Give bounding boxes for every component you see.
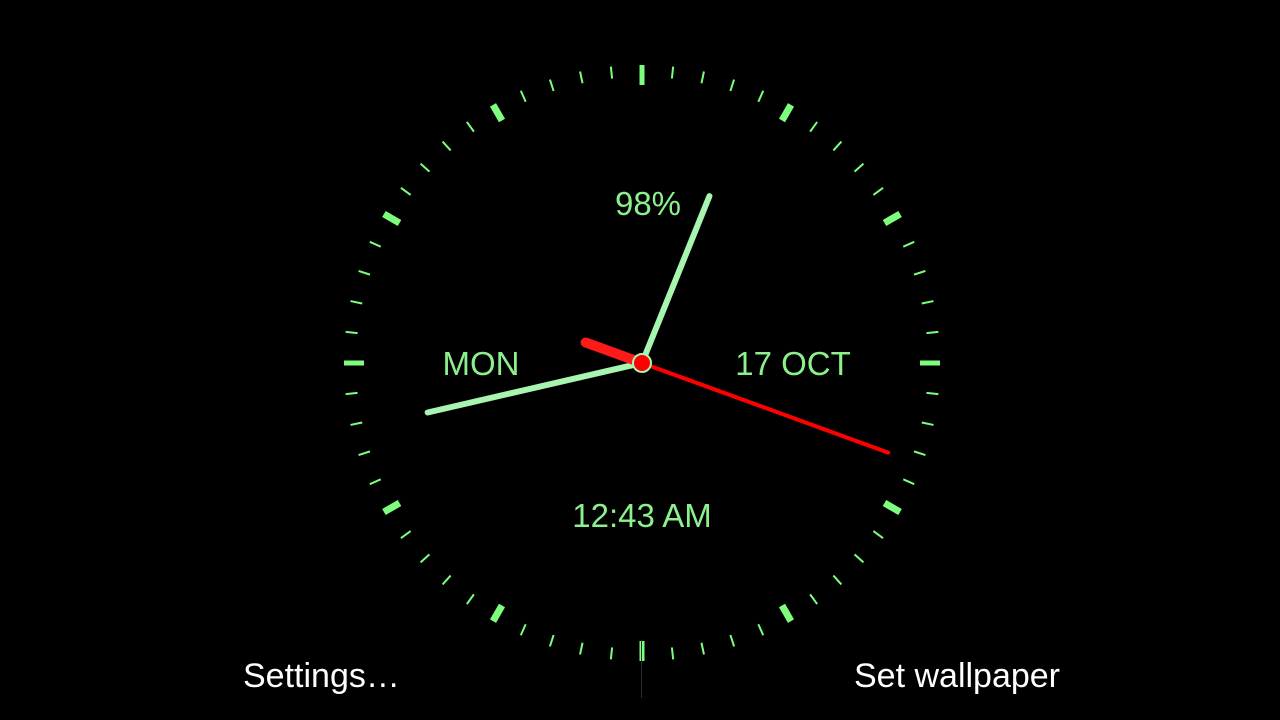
action-divider <box>641 640 642 698</box>
minute-tick-mark <box>872 187 884 196</box>
minute-tick-mark <box>853 553 865 564</box>
analog-clock-face <box>344 65 940 661</box>
live-wallpaper-preview: 98% MON 17 OCT 12:43 AM Settings… Set wa… <box>0 0 1280 720</box>
minute-tick-mark <box>926 330 939 335</box>
clock-hands <box>424 193 891 455</box>
minute-tick-mark <box>466 121 475 133</box>
minute-tick-mark <box>853 162 865 173</box>
minute-tick-mark <box>400 530 412 539</box>
hour-tick-mark <box>489 103 506 123</box>
clock-center-pin <box>632 353 652 373</box>
set-wallpaper-button[interactable]: Set wallpaper <box>854 654 1060 698</box>
hour-tick-mark <box>778 603 795 623</box>
minute-tick-mark <box>579 71 584 84</box>
minute-tick-mark <box>729 79 736 92</box>
hour-tick-mark <box>382 499 402 516</box>
preview-action-bar: Settings… Set wallpaper <box>0 640 1280 720</box>
minute-tick-mark <box>419 553 431 564</box>
minute-tick-mark <box>809 121 818 133</box>
minute-tick-mark <box>369 478 382 486</box>
minute-tick-mark <box>358 450 371 457</box>
date-label: 17 OCT <box>735 345 851 382</box>
minute-tick-mark <box>832 140 843 152</box>
minute-tick-mark <box>441 140 452 152</box>
minute-tick-mark <box>466 593 475 605</box>
minute-tick-mark <box>757 623 765 636</box>
minute-tick-mark <box>670 66 675 79</box>
minute-tick-mark <box>519 90 527 103</box>
minute-tick-mark <box>345 391 358 396</box>
battery-percentage: 98% <box>614 185 682 222</box>
hour-tick-mark <box>882 499 902 516</box>
minute-tick-mark <box>548 79 555 92</box>
minute-tick-mark <box>350 421 363 426</box>
minute-tick-mark <box>757 90 765 103</box>
minute-tick-mark <box>345 330 358 335</box>
minute-tick-mark <box>832 574 843 586</box>
minute-tick-mark <box>902 478 915 486</box>
hour-tick-mark <box>882 210 902 227</box>
minute-tick-mark <box>913 269 926 276</box>
minute-tick-mark <box>519 623 527 636</box>
minute-tick-mark <box>921 421 934 426</box>
minute-tick-mark <box>913 450 926 457</box>
hour-tick-mark <box>489 603 506 623</box>
minute-tick-mark <box>350 300 363 305</box>
hour-tick-mark <box>382 210 402 227</box>
weekday-label: MON <box>442 345 520 382</box>
minute-tick-mark <box>902 240 915 248</box>
minute-tick-mark <box>809 593 818 605</box>
minute-tick-mark <box>358 269 371 276</box>
hour-tick-mark <box>778 103 795 123</box>
minute-tick-mark <box>926 391 939 396</box>
digital-time-label: 12:43 AM <box>572 497 712 534</box>
minute-tick-mark <box>419 162 431 173</box>
minute-tick-mark <box>921 300 934 305</box>
settings-button[interactable]: Settings… <box>243 654 400 698</box>
minute-tick-mark <box>400 187 412 196</box>
minute-tick-mark <box>609 66 614 79</box>
minute-tick-mark <box>700 71 705 84</box>
minute-tick-mark <box>872 530 884 539</box>
minute-tick-mark <box>441 574 452 586</box>
minute-tick-mark <box>369 240 382 248</box>
